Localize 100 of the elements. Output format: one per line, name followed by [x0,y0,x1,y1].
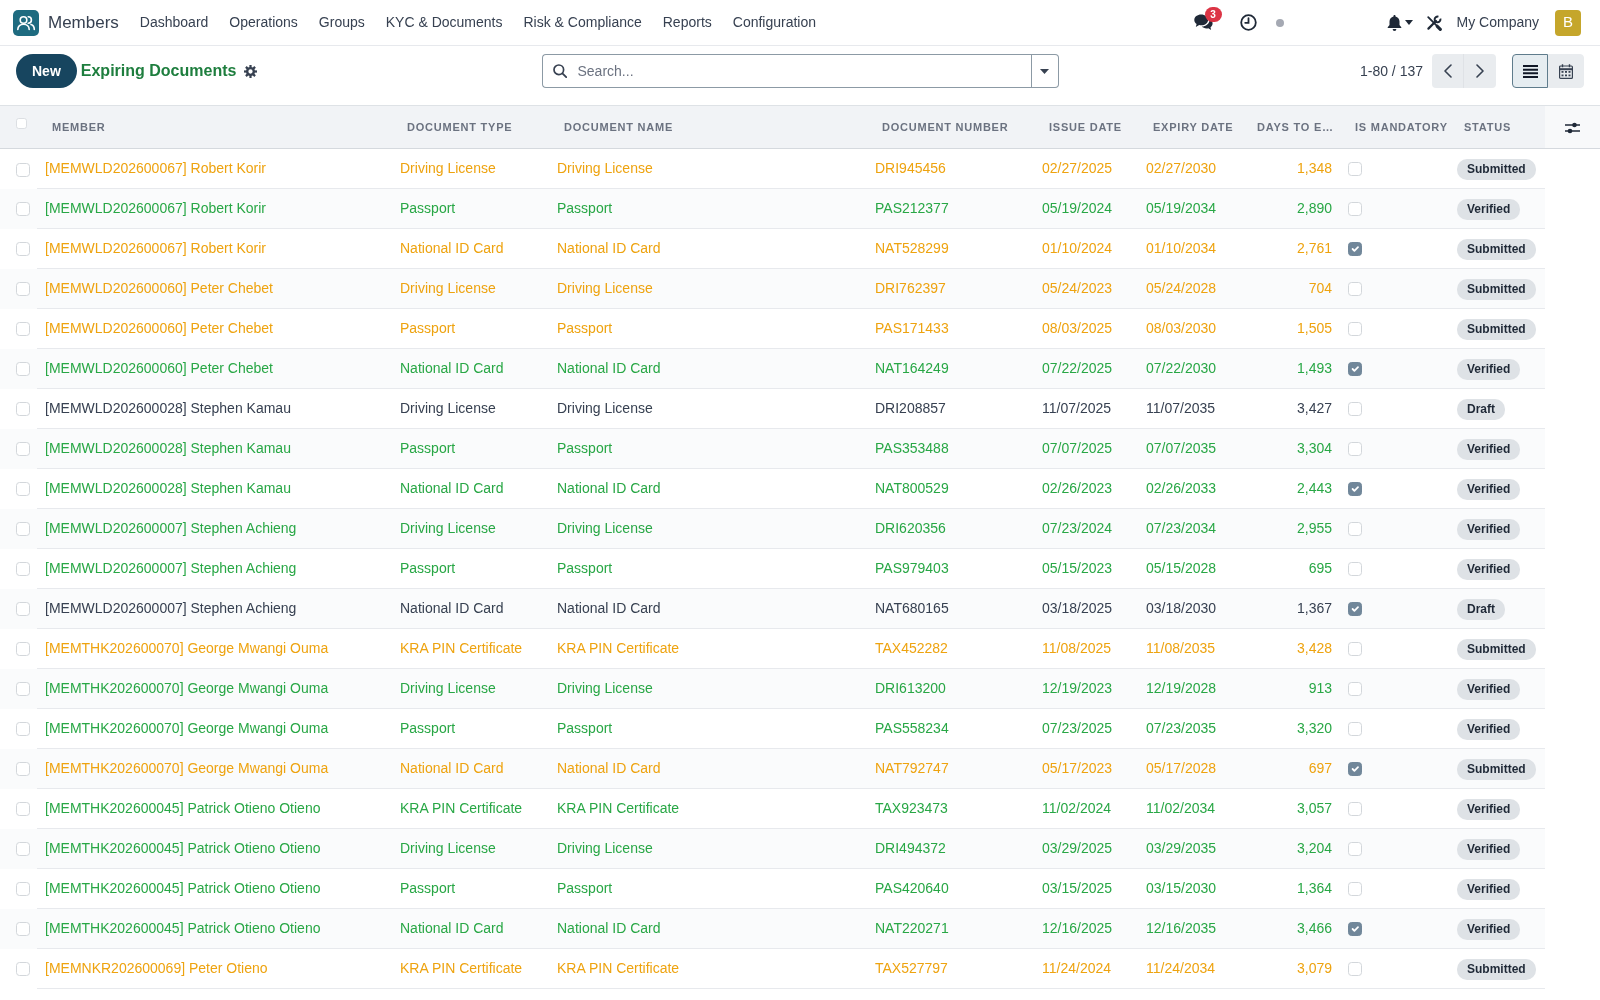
table-cell: [MEMTHK202600070] George Mwangi Ouma [37,708,392,749]
bell-icon[interactable] [1386,14,1402,31]
row-checkbox[interactable] [16,442,30,457]
row-checkbox[interactable] [16,882,30,897]
clock-icon[interactable] [1239,14,1257,31]
status-badge: Submitted [1457,318,1536,340]
mandatory-checkbox[interactable] [1348,482,1362,497]
table-cell: Driving License [549,828,867,869]
row-checkbox[interactable] [16,682,30,697]
row-checkbox[interactable] [16,602,30,617]
column-header[interactable]: STATUS [1449,105,1545,149]
table-cell: National ID Card [549,748,867,789]
table-cell: National ID Card [549,228,867,269]
status-badge: Verified [1457,718,1521,740]
table-cell: 05/17/2023 [1034,748,1138,789]
table-cell: 01/10/2024 [1034,228,1138,269]
row-checkbox[interactable] [16,522,30,537]
table-cell: National ID Card [549,588,867,629]
table-cell: Driving License [392,268,549,309]
table-cell: 3,428 [1242,628,1340,669]
table-cell: National ID Card [549,468,867,509]
table-cell: [MEMTHK202600045] Patrick Otieno Otieno [37,828,392,869]
table-cell: 03/18/2025 [1034,588,1138,629]
menu-item[interactable]: Operations [229,12,298,33]
table-cell: 03/15/2025 [1034,868,1138,909]
mandatory-checkbox[interactable] [1348,362,1362,377]
column-header[interactable]: DOCUMENT TYPE [392,105,549,149]
chevron-right-icon [1476,64,1484,78]
people-icon[interactable] [13,9,39,36]
table-cell: Driving License [392,828,549,869]
menu-item[interactable]: Groups [318,12,365,33]
calendar-view-button[interactable] [1548,54,1584,88]
table-cell: 2,761 [1242,228,1340,269]
row-checkbox[interactable] [16,482,30,497]
mandatory-checkbox[interactable] [1348,922,1362,937]
table-cell: 07/07/2035 [1138,428,1242,469]
table-cell: National ID Card [549,908,867,949]
row-checkbox[interactable] [16,562,30,577]
table-cell: 3,466 [1242,908,1340,949]
table-cell: [MEMTHK202600070] George Mwangi Ouma [37,668,392,709]
row-checkbox[interactable] [16,722,30,737]
company-switcher[interactable]: My Company [1456,12,1539,33]
column-header[interactable]: DAYS TO E… [1242,105,1340,149]
table-cell: DRI494372 [867,828,1034,869]
row-checkbox[interactable] [16,362,30,377]
menu-item[interactable]: KYC & Documents [385,12,503,33]
row-checkbox[interactable] [16,402,30,417]
row-checkbox[interactable] [16,282,30,297]
column-header[interactable]: DOCUMENT NAME [549,105,867,149]
caret-icon[interactable] [1404,20,1413,25]
menu-item[interactable]: Configuration [732,12,817,33]
row-checkbox[interactable] [16,242,30,257]
sliders-icon[interactable] [1565,120,1580,135]
menu-item[interactable]: Reports [662,12,712,33]
menu-item[interactable]: Dashboard [139,12,209,33]
row-checkbox[interactable] [16,202,30,217]
row-checkbox[interactable] [16,762,30,777]
row-checkbox[interactable] [16,922,30,937]
pager-value[interactable]: 1-80 / 137 [1359,60,1423,82]
table-cell: [MEMWLD202600067] Robert Korir [37,148,392,189]
new-button[interactable]: New [16,54,77,88]
mandatory-checkbox[interactable] [1348,762,1362,777]
next-page-button[interactable] [1464,54,1496,88]
row-checkbox[interactable] [16,322,30,337]
row-checkbox[interactable] [16,802,30,817]
table-cell: [MEMTHK202600045] Patrick Otieno Otieno [37,908,392,949]
row-checkbox[interactable] [16,642,30,657]
table-cell: PAS420640 [867,868,1034,909]
search-field[interactable]: Search... [571,54,1032,88]
menu-item[interactable]: Risk & Compliance [523,12,642,33]
select-all-checkbox[interactable] [16,118,27,130]
row-checkbox[interactable] [16,962,30,977]
page-title: Expiring Documents [80,61,237,81]
status-badge: Draft [1457,398,1505,420]
table-cell: 03/29/2025 [1034,828,1138,869]
mandatory-checkbox[interactable] [1348,242,1362,257]
column-header[interactable]: DOCUMENT NUMBER [867,105,1034,149]
table-cell: 3,057 [1242,788,1340,829]
table-cell: [MEMWLD202600060] Peter Chebet [37,308,392,349]
column-header[interactable]: ISSUE DATE [1034,105,1138,149]
table-cell: [MEMTHK202600070] George Mwangi Ouma [37,748,392,789]
tools-icon[interactable] [1425,14,1442,31]
column-header[interactable]: EXPIRY DATE [1138,105,1242,149]
mandatory-checkbox[interactable] [1348,602,1362,617]
row-checkbox[interactable] [16,162,30,177]
list-view-button[interactable] [1512,54,1548,88]
column-header[interactable]: MEMBER [37,105,392,149]
previous-page-button[interactable] [1432,54,1464,88]
table-cell: 12/19/2023 [1034,668,1138,709]
status-badge: Verified [1457,478,1521,500]
column-header[interactable]: IS MANDATORY [1340,105,1449,149]
table-cell: 05/24/2028 [1138,268,1242,309]
table-cell: 02/27/2030 [1138,148,1242,189]
gear-icon[interactable] [244,64,258,78]
row-checkbox[interactable] [16,842,30,857]
search-options-toggle[interactable] [1030,54,1059,88]
table-cell: 2,443 [1242,468,1340,509]
app-name[interactable]: Members [48,9,119,36]
table-cell: 11/02/2024 [1034,788,1138,829]
table-cell: 05/19/2034 [1138,188,1242,229]
